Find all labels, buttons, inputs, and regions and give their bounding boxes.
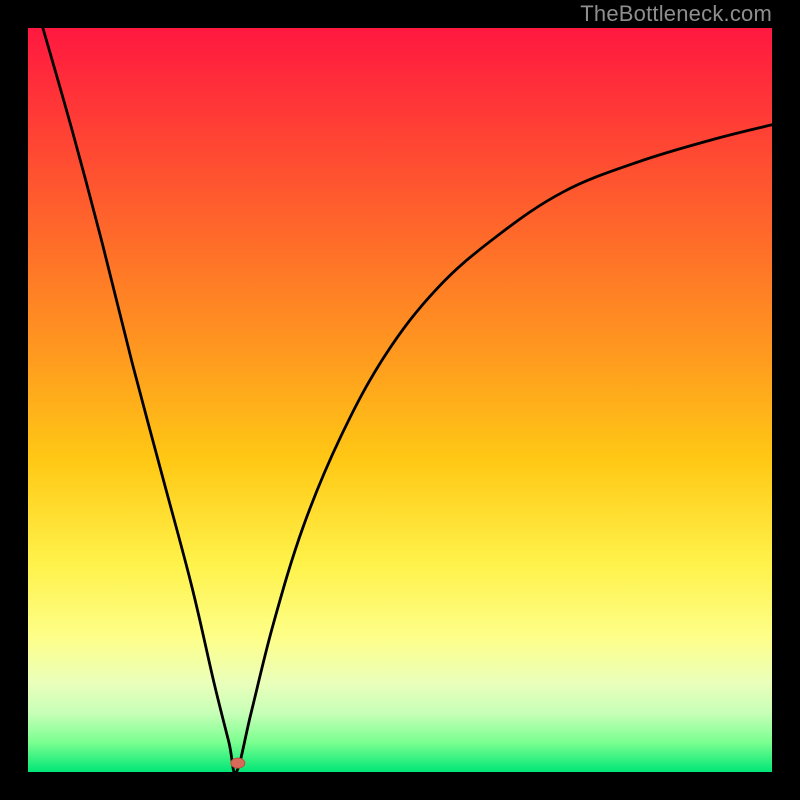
minimum-marker: [231, 758, 245, 768]
bottleneck-curve: [43, 28, 772, 772]
curve-svg: [28, 28, 772, 772]
chart-frame: TheBottleneck.com: [0, 0, 800, 800]
plot-area: [28, 28, 772, 772]
watermark-text: TheBottleneck.com: [580, 1, 772, 27]
